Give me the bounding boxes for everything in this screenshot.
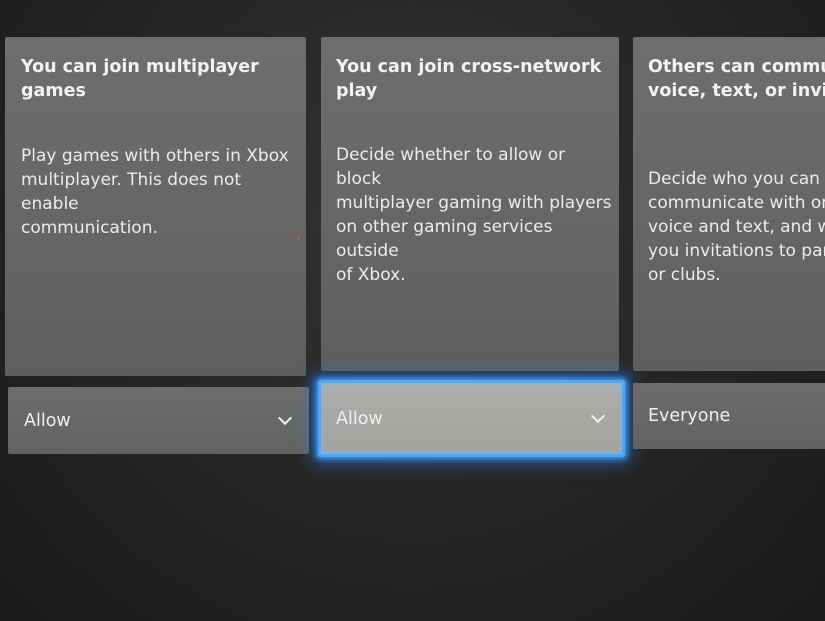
dropdown-value: Everyone — [648, 406, 731, 426]
setting-card-cross-network: You can join cross-network play Decide w… — [321, 37, 619, 371]
screen-artifact — [297, 236, 300, 241]
privacy-settings-screen: You can join multiplayer games Play game… — [0, 0, 825, 621]
card-description: Play games with others in Xbox multiplay… — [21, 146, 289, 238]
card-description: Decide whether to allow or block multipl… — [336, 145, 612, 285]
card-title: You can join cross-network play — [336, 57, 602, 101]
multiplayer-dropdown[interactable]: Allow — [8, 387, 309, 454]
setting-card-multiplayer: You can join multiplayer games Play game… — [5, 37, 306, 376]
dropdown-value: Allow — [24, 410, 71, 431]
chevron-down-icon — [278, 413, 291, 426]
dropdown-value: Allow — [336, 408, 383, 429]
setting-card-communication: Others can communic voice, text, or invi… — [633, 37, 825, 371]
chevron-down-icon — [591, 411, 604, 424]
card-title: Others can communic voice, text, or invi… — [648, 57, 825, 101]
cross-network-dropdown[interactable]: Allow — [318, 380, 625, 457]
communication-dropdown[interactable]: Everyone — [633, 383, 825, 449]
card-description: Decide who you can communicate with on X… — [648, 169, 825, 285]
card-title: You can join multiplayer games — [21, 57, 259, 101]
